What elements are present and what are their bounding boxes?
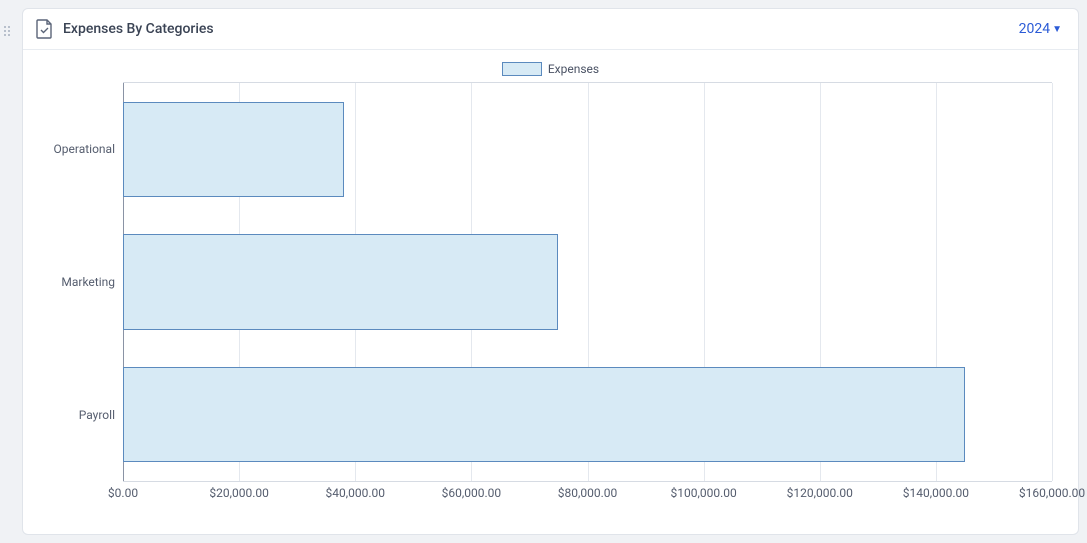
year-selector[interactable]: 2024 ▼: [1019, 21, 1062, 37]
x-axis-label: $100,000.00: [671, 486, 737, 500]
x-axis-label: $160,000.00: [1019, 486, 1085, 500]
bar[interactable]: [123, 102, 344, 198]
x-axis-label: $140,000.00: [903, 486, 969, 500]
x-axis-label: $0.00: [108, 486, 138, 500]
chart-area: Expenses OperationalMarketingPayroll $0.…: [23, 50, 1078, 531]
card-header: Expenses By Categories 2024 ▼: [23, 9, 1078, 50]
x-axis-label: $20,000.00: [209, 486, 268, 500]
expenses-card: Expenses By Categories 2024 ▼ Expenses O…: [22, 8, 1079, 535]
legend: Expenses: [39, 62, 1062, 76]
bar-row: Operational: [123, 83, 1052, 216]
bar[interactable]: [123, 367, 965, 463]
document-check-icon: [35, 19, 53, 39]
gridline: [1052, 83, 1053, 481]
bar-row: Marketing: [123, 216, 1052, 349]
legend-swatch: [502, 62, 542, 76]
plot: OperationalMarketingPayroll: [123, 82, 1052, 482]
card-title: Expenses By Categories: [63, 21, 214, 37]
x-axis-label: $80,000.00: [558, 486, 617, 500]
bar[interactable]: [123, 234, 558, 330]
y-axis-label: Marketing: [61, 275, 115, 289]
x-axis-label: $40,000.00: [326, 486, 385, 500]
bar-row: Payroll: [123, 348, 1052, 481]
x-axis-label: $120,000.00: [787, 486, 853, 500]
y-axis-label: Payroll: [79, 408, 115, 422]
year-value: 2024: [1019, 21, 1050, 37]
x-axis-labels: $0.00$20,000.00$40,000.00$60,000.00$80,0…: [123, 486, 1052, 504]
drag-handle-icon[interactable]: [4, 26, 14, 36]
caret-down-icon: ▼: [1052, 24, 1062, 35]
legend-label: Expenses: [548, 62, 599, 76]
y-axis-label: Operational: [54, 142, 115, 156]
x-axis-label: $60,000.00: [442, 486, 501, 500]
